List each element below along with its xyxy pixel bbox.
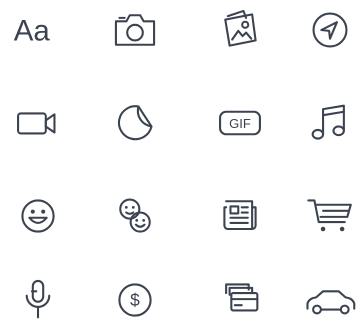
attachment-icon-grid: Aa GIF $ [0,0,358,330]
text-format-label: Aa [14,14,51,47]
dollar-icon[interactable]: $ [105,270,165,330]
gif-label: GIF [229,116,251,131]
video-camera-icon[interactable] [8,93,68,153]
gif-icon[interactable]: GIF [210,93,270,153]
sticker-icon[interactable] [105,93,165,153]
microphone-icon[interactable] [8,270,68,330]
smiley-icon[interactable] [8,186,68,246]
dollar-label: $ [130,290,140,310]
location-arrow-icon[interactable] [300,0,358,60]
newspaper-icon[interactable] [210,186,270,246]
text-format-icon[interactable]: Aa [8,0,68,60]
payment-cards-icon[interactable] [210,270,270,330]
emoji-faces-icon[interactable] [105,186,165,246]
shopping-cart-icon[interactable] [300,186,358,246]
car-icon[interactable] [300,270,358,330]
camera-icon[interactable] [105,0,165,60]
photos-icon[interactable] [210,0,270,60]
music-note-icon[interactable] [300,93,358,153]
